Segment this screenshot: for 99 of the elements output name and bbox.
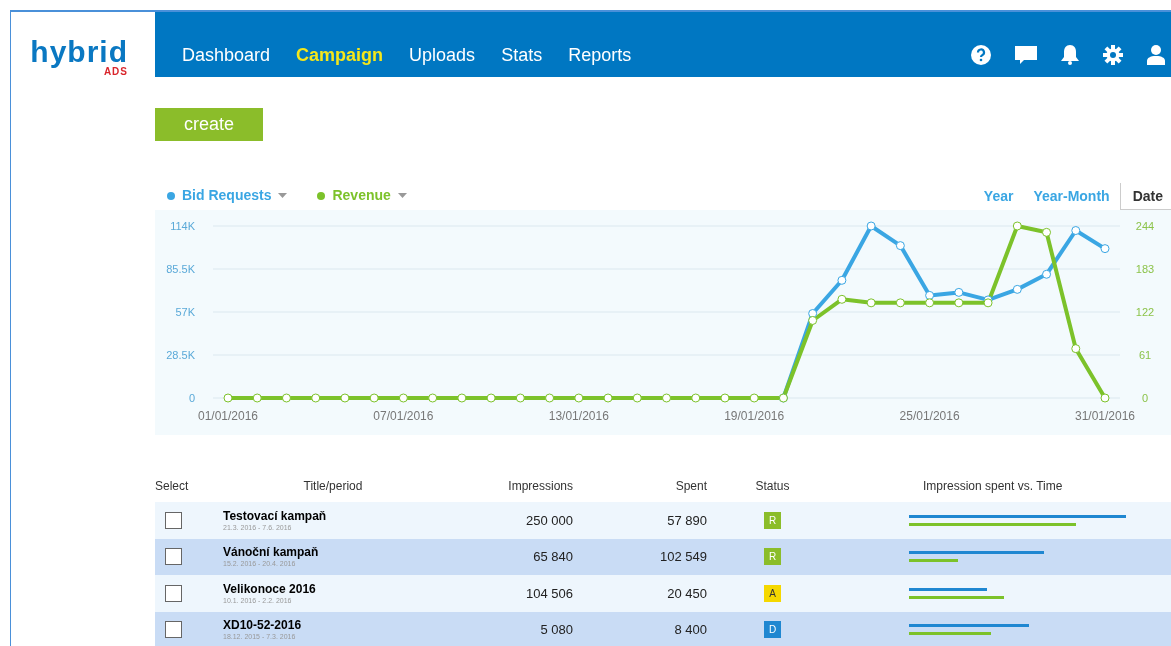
point: [925, 290, 935, 300]
point: [954, 298, 964, 308]
campaign-title[interactable]: XD10-52-2016: [223, 618, 443, 633]
chat-icon[interactable]: [1015, 44, 1037, 65]
point: [223, 393, 233, 403]
column-header: Impression spent vs. Time: [922, 478, 1064, 495]
point: [486, 393, 496, 403]
status-badge: R: [764, 511, 781, 529]
point: [691, 393, 701, 403]
axis-label: 183: [1135, 263, 1155, 275]
point: [428, 393, 438, 403]
point: [749, 393, 759, 403]
point: [837, 294, 847, 304]
point: [603, 393, 613, 403]
user-icon[interactable]: [1147, 44, 1165, 65]
settings-icon[interactable]: [1103, 44, 1123, 65]
point: [281, 393, 291, 403]
point: [866, 221, 876, 231]
axis-label: 61: [1138, 349, 1152, 361]
axis-label: 57K: [175, 306, 195, 318]
checkbox[interactable]: [165, 584, 182, 602]
nav-tab[interactable]: Reports: [568, 42, 632, 69]
point: [515, 393, 525, 403]
table-cell-text: 250 000: [525, 511, 573, 530]
legend-label[interactable]: Bid Requests: [182, 185, 272, 206]
point: [1012, 221, 1022, 231]
checkbox[interactable]: [165, 511, 182, 529]
column-header: Impressions: [507, 478, 573, 495]
point: [574, 393, 584, 403]
table-cell-text: 102 549: [659, 548, 707, 566]
point: [369, 393, 379, 403]
column-header: Select: [155, 478, 190, 495]
range-tab[interactable]: Date: [1119, 183, 1171, 210]
axis-label: 0: [1141, 392, 1149, 404]
axis-label: 0: [188, 392, 195, 404]
nav-tab[interactable]: Dashboard: [182, 42, 271, 69]
axis-label: 114K: [170, 220, 195, 232]
point: [837, 275, 847, 285]
campaign-title[interactable]: Testovací kampaň: [223, 508, 443, 523]
campaign-title[interactable]: Vánoční kampaň: [223, 545, 443, 560]
point: [252, 393, 262, 403]
point: [311, 393, 321, 403]
range-tab[interactable]: Year: [973, 183, 1024, 210]
help-icon[interactable]: [971, 44, 991, 65]
axis-label: 07/01/2016: [373, 409, 434, 423]
status-badge: R: [764, 548, 781, 566]
point: [398, 393, 408, 403]
point: [662, 393, 671, 403]
point: [1071, 344, 1081, 354]
nav-tab[interactable]: Uploads: [409, 42, 476, 69]
column-header: Spent: [674, 478, 707, 495]
table-cell-text: 20 450: [666, 584, 707, 603]
point: [1100, 244, 1110, 254]
point: [808, 315, 818, 325]
column-header: Status: [754, 478, 791, 495]
logo-text: hybrid: [30, 38, 128, 66]
range-tab[interactable]: Year-Month: [1023, 183, 1120, 210]
table-cell-text: 5 080: [539, 621, 573, 639]
axis-label: 19/01/2016: [724, 409, 785, 423]
point: [457, 393, 467, 403]
point: [1042, 227, 1052, 237]
nav-tab[interactable]: Stats: [501, 42, 543, 69]
table-cell-text: 104 506: [525, 584, 573, 603]
axis-label: 01/01/2016: [197, 409, 259, 423]
point: [720, 393, 730, 403]
axis-label: 31/01/2016: [1074, 409, 1136, 423]
point: [1071, 226, 1081, 236]
logo-subtitle: ADS: [103, 66, 128, 78]
table-cell-text: 57 890: [666, 511, 707, 530]
point: [632, 393, 642, 403]
axis-label: 244: [1135, 220, 1155, 232]
nav-tab[interactable]: Campaign: [296, 42, 384, 69]
spent-bar: [909, 559, 958, 563]
point: [340, 393, 350, 403]
point: [1012, 284, 1022, 294]
column-header: Title/period: [302, 478, 364, 495]
axis-label: 28.5K: [166, 349, 195, 361]
axis-label: 85.5K: [166, 263, 195, 275]
status-badge: D: [764, 621, 781, 639]
point: [1100, 393, 1110, 403]
axis-label: 13/01/2016: [548, 409, 609, 423]
point: [954, 287, 964, 297]
checkbox[interactable]: [165, 621, 182, 639]
caret-icon[interactable]: [397, 193, 407, 198]
point: [1042, 269, 1052, 279]
checkbox[interactable]: [165, 548, 182, 566]
status-badge: A: [764, 584, 781, 602]
point: [895, 241, 905, 251]
point: [866, 298, 876, 308]
caret-icon[interactable]: [278, 193, 288, 198]
axis-label: 122: [1135, 306, 1155, 318]
point: [895, 298, 905, 308]
point: [925, 298, 935, 308]
campaign-title[interactable]: Velikonoce 2016: [223, 581, 443, 596]
table-cell-text: 8 400: [673, 621, 707, 639]
axis-label: 25/01/2016: [899, 409, 960, 423]
bell-icon[interactable]: [1061, 44, 1079, 65]
table-cell-text: 65 840: [532, 548, 573, 566]
point: [545, 393, 555, 403]
